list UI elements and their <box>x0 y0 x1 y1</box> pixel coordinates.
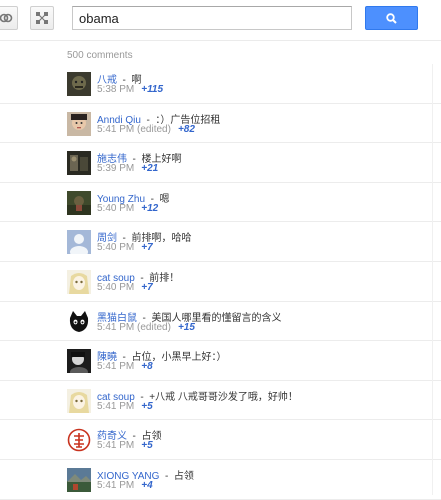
plus-one-count[interactable]: +7 <box>141 282 152 293</box>
link-circles-button[interactable] <box>0 6 18 30</box>
comment-item: 周剑 - 前排啊，哈哈 5:40 PM +7 <box>0 222 441 262</box>
plus-one-count[interactable]: +5 <box>141 401 152 412</box>
avatar[interactable] <box>67 151 91 176</box>
comment-item: XIONG YANG - 占领 5:41 PM +4 <box>0 460 441 500</box>
comment-time[interactable]: 5:38 PM <box>97 84 134 95</box>
comment-text: 前排！ <box>149 272 180 284</box>
comment-meta: 5:38 PM +115 <box>97 84 163 95</box>
avatar-image <box>67 269 91 294</box>
comment-meta: 5:41 PM +5 <box>97 440 153 451</box>
avatar[interactable] <box>67 388 91 413</box>
avatar-image <box>67 151 91 176</box>
comment-meta: 5:40 PM +7 <box>97 282 153 293</box>
avatar[interactable] <box>67 349 91 374</box>
comment-time[interactable]: 5:41 PM <box>97 401 134 412</box>
avatar[interactable] <box>67 230 91 255</box>
avatar[interactable] <box>67 111 91 136</box>
plus-one-count[interactable]: +12 <box>141 203 158 214</box>
avatar-image <box>67 428 91 453</box>
comment-item: 黑猫白鼠 - 美国人哪里看的懂留言的含义 5:41 PM (edited) +15 <box>0 302 441 342</box>
avatar-image <box>67 309 91 334</box>
comment-meta: 5:39 PM +21 <box>97 163 158 174</box>
comment-text: 嗯 <box>159 193 170 205</box>
edited-label: (edited) <box>137 123 171 135</box>
plus-one-count[interactable]: +15 <box>178 322 195 333</box>
avatar[interactable] <box>67 309 91 334</box>
plus-one-count[interactable]: +5 <box>141 440 152 451</box>
top-bar <box>0 0 441 38</box>
comment-item: 药奇义 - 占领 5:41 PM +5 <box>0 420 441 460</box>
panel-edge <box>432 64 433 495</box>
link-circles-icon <box>0 13 13 23</box>
network-nodes-icon <box>36 12 48 24</box>
comment-item: 八戒 - 啊 5:38 PM +115 <box>0 64 441 104</box>
avatar-image <box>67 230 91 255</box>
header-divider <box>0 40 441 41</box>
avatar-image <box>67 349 91 374</box>
network-nodes-button[interactable] <box>30 6 54 30</box>
comment-meta: 5:40 PM +12 <box>97 203 158 214</box>
comment-meta: 5:41 PM +5 <box>97 401 153 412</box>
comment-meta: 5:41 PM (edited) +15 <box>97 322 195 333</box>
magnifier-icon <box>386 12 397 24</box>
comment-list: 八戒 - 啊 5:38 PM +115 Anndi Qiu - ：）广告位招租 5:41… <box>0 64 441 500</box>
edited-label: (edited) <box>137 321 171 333</box>
avatar-image <box>67 467 91 492</box>
avatar[interactable] <box>67 190 91 215</box>
avatar[interactable] <box>67 72 91 96</box>
comment-item: 陳曉 - 占位，小黑早上好：） 5:41 PM +8 <box>0 341 441 381</box>
avatar-image <box>67 111 91 136</box>
plus-one-count[interactable]: +21 <box>141 163 158 174</box>
comment-time[interactable]: 5:41 PM <box>97 361 134 372</box>
comment-text: 占领 <box>173 470 194 482</box>
comment-time[interactable]: 5:41 PM <box>97 440 134 451</box>
plus-one-count[interactable]: +7 <box>141 242 152 253</box>
comment-meta: 5:41 PM (edited) +82 <box>97 124 195 135</box>
avatar-image <box>67 388 91 413</box>
comment-meta: 5:41 PM +8 <box>97 361 153 372</box>
comment-item: cat soup - +八戒 八戒哥哥沙发了哦，好帅！ 5:41 PM +5 <box>0 381 441 421</box>
comment-time[interactable]: 5:40 PM <box>97 203 134 214</box>
comment-meta: 5:41 PM +4 <box>97 480 153 491</box>
avatar[interactable] <box>67 467 91 492</box>
comment-text: +八戒 八戒哥哥沙发了哦，好帅！ <box>149 391 298 403</box>
comment-item: cat soup - 前排！ 5:40 PM +7 <box>0 262 441 302</box>
comment-count: 500 comments <box>67 50 133 61</box>
search-input[interactable] <box>72 6 352 30</box>
avatar-image <box>67 72 91 96</box>
comment-time[interactable]: 5:41 PM <box>97 322 134 333</box>
comment-time[interactable]: 5:40 PM <box>97 282 134 293</box>
avatar[interactable] <box>67 269 91 294</box>
comment-time[interactable]: 5:40 PM <box>97 242 134 253</box>
avatar[interactable] <box>67 428 91 453</box>
separator-dash: - <box>159 470 174 482</box>
comment-item: Anndi Qiu - ：）广告位招租 5:41 PM (edited) +82 <box>0 104 441 144</box>
plus-one-count[interactable]: +82 <box>178 124 195 135</box>
comment-item: 施志伟 - 楼上好啊 5:39 PM +21 <box>0 143 441 183</box>
comment-item: Young Zhu - 嗯 5:40 PM +12 <box>0 183 441 223</box>
comment-time[interactable]: 5:39 PM <box>97 163 134 174</box>
comment-meta: 5:40 PM +7 <box>97 242 153 253</box>
plus-one-count[interactable]: +8 <box>141 361 152 372</box>
plus-one-count[interactable]: +115 <box>141 84 163 95</box>
comment-time[interactable]: 5:41 PM <box>97 480 134 491</box>
avatar-image <box>67 190 91 215</box>
plus-one-count[interactable]: +4 <box>141 480 152 491</box>
comment-time[interactable]: 5:41 PM <box>97 124 134 135</box>
search-button[interactable] <box>365 6 418 30</box>
